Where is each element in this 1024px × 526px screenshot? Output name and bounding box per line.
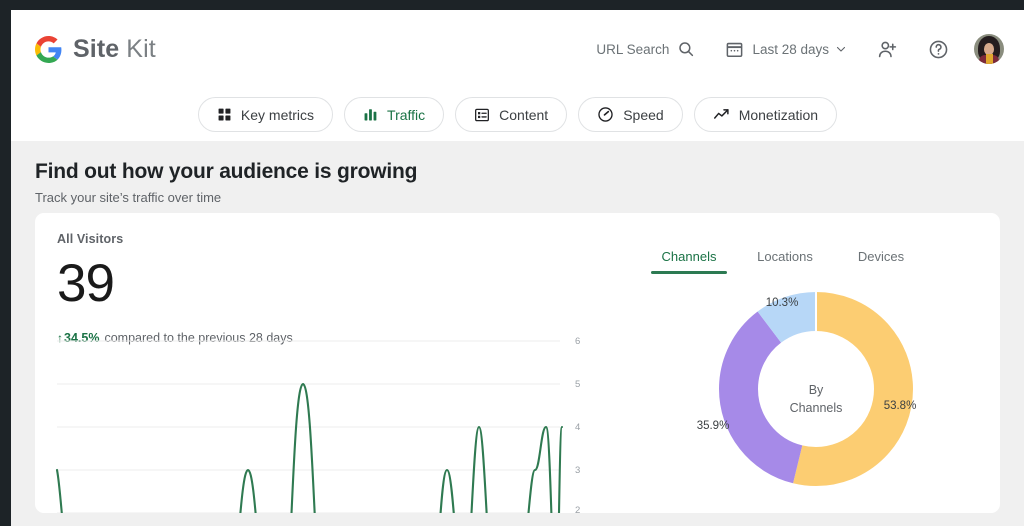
url-search-label: URL Search [596,41,670,57]
line-chart-svg: 6 5 4 3 2 [55,336,580,513]
header-actions: URL Search Last 28 days [581,29,1004,69]
bar-chart-icon [364,109,377,121]
wordpress-admin-bar [0,0,1024,10]
y-tick-3: 3 [575,465,580,476]
slice-label-purple: 35.9% [696,420,729,432]
list-box-icon [475,108,490,121]
channels-donut-chart[interactable]: 53.8% 35.9% 10.3% By Channels [635,261,1000,491]
y-tick-4: 4 [575,422,580,433]
visitors-line-path [55,382,564,513]
y-tick-5: 5 [575,379,580,390]
speedometer-icon [598,107,613,122]
trending-up-icon [713,109,729,119]
nav-pill-label: Speed [623,106,664,123]
section-nav: Key metrics Traffic Content Speed Moneti… [11,88,1024,141]
donut-center-line-1: By [808,383,823,397]
grid-squares-icon [218,108,231,121]
nav-pill-label: Traffic [387,106,426,123]
nav-pill-label: Monetization [738,106,819,123]
donut-chart-svg: 53.8% 35.9% 10.3% By Channels [696,292,916,486]
donut-center-line-2: Channels [789,401,842,415]
brand-title-bold: Site [73,34,120,63]
donut-slices [718,292,913,486]
chevron-down-icon [836,46,846,52]
calendar-icon [727,42,743,57]
page-header: Find out how your audience is growing Tr… [11,160,1024,205]
brand-title-light: Kit [119,34,156,63]
y-tick-2: 2 [575,505,580,513]
brand-logo[interactable]: Site Kit [35,35,156,64]
page-subtitle: Track your site’s traffic over time [35,190,222,205]
metric-label: All Visitors [57,232,124,246]
date-range-selector[interactable]: Last 28 days [710,29,862,69]
add-user-button[interactable] [862,29,913,69]
slice-label-blue: 10.3% [765,297,798,309]
slice-label-orange: 53.8% [883,400,916,412]
person-add-icon [878,41,897,57]
google-g-logo [35,35,62,63]
nav-pill-content[interactable]: Content [455,97,568,132]
brand-title: Site Kit [73,35,156,64]
user-avatar[interactable] [974,34,1004,64]
avatar-scarf [986,54,993,64]
chart-y-axis-labels: 6 5 4 3 2 [575,336,580,513]
url-search-button[interactable]: URL Search [581,29,710,69]
all-visitors-card: All Visitors 39 ↑ 34.5% compared to the p… [35,213,1000,513]
nav-pill-monetization[interactable]: Monetization [693,97,838,132]
visitors-panel: All Visitors 39 ↑ 34.5% compared to the p… [35,213,635,513]
page-body: Find out how your audience is growing Tr… [11,141,1024,526]
help-circle-icon [929,40,948,58]
site-kit-app: Site Kit URL Search Last 28 days Key met… [11,10,1024,526]
nav-pill-traffic[interactable]: Traffic [344,97,445,132]
nav-pill-label: Key metrics [240,106,315,123]
help-button[interactable] [913,29,964,69]
metric-value: 39 [57,254,115,313]
wordpress-sidebar-rail [0,0,11,526]
date-range-label: Last 28 days [752,41,829,57]
y-tick-6: 6 [575,336,580,347]
nav-pill-speed[interactable]: Speed [578,97,683,132]
donut-center-label: By Channels [789,383,842,415]
visitors-line-chart[interactable]: 6 5 4 3 2 [35,331,635,513]
nav-pill-label: Content [499,106,549,123]
page-title: Find out how your audience is growing [35,160,418,183]
breakdown-panel: Channels Locations Devices 53.8% 35.9% 1… [635,213,1000,513]
search-icon [679,42,694,57]
nav-pill-key-metrics[interactable]: Key metrics [197,97,334,132]
app-header: Site Kit URL Search Last 28 days [11,10,1024,88]
